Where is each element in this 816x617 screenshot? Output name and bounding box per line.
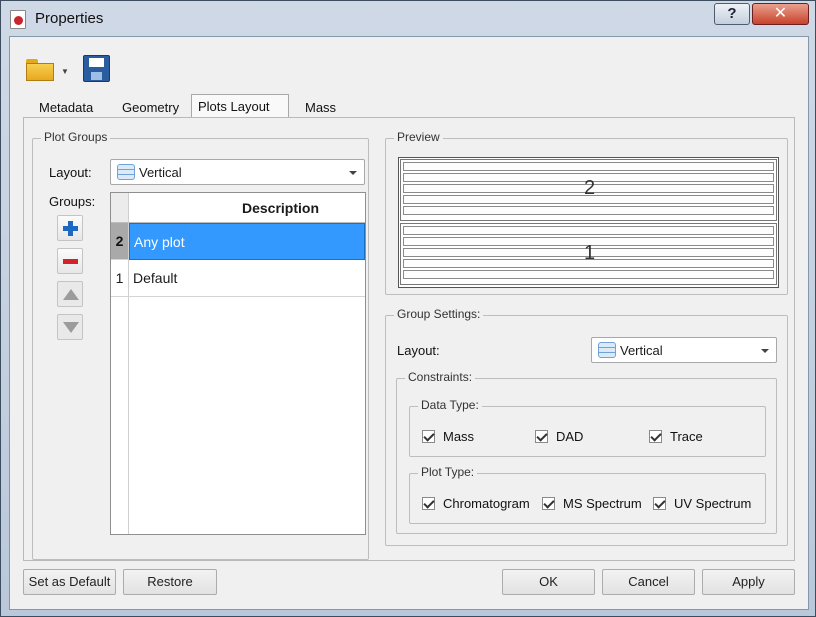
help-button[interactable]: ? (714, 3, 750, 25)
cancel-button[interactable]: Cancel (602, 569, 695, 595)
move-up-button[interactable] (57, 281, 83, 307)
folder-open-icon[interactable] (26, 59, 56, 81)
chromatogram-checkbox[interactable] (422, 497, 435, 510)
plot-groups-layout-combo[interactable]: Vertical (110, 159, 365, 185)
vertical-layout-icon (598, 342, 616, 358)
tab-geometry[interactable]: Geometry (116, 98, 185, 118)
tab-metadata[interactable]: Metadata (33, 98, 99, 118)
chromatogram-label: Chromatogram (443, 496, 530, 511)
folder-dropdown-caret-icon[interactable]: ▼ (61, 67, 69, 76)
add-group-button[interactable] (57, 215, 83, 241)
row-index: 1 (111, 260, 129, 297)
plots-layout-panel: Plot Groups Layout: Vertical Groups: Des… (23, 117, 795, 561)
apply-button[interactable]: Apply (702, 569, 795, 595)
group-settings-group: Group Settings: Layout: Vertical Constra… (385, 307, 788, 546)
preview-section-2: 2 (400, 159, 777, 221)
row-description[interactable]: Any plot (129, 223, 365, 260)
preview-section-label: 1 (583, 242, 596, 264)
uv-spectrum-label: UV Spectrum (674, 496, 752, 511)
plot-groups-layout-value: Vertical (139, 165, 182, 180)
group-settings-layout-combo[interactable]: Vertical (591, 337, 777, 363)
ms-spectrum-label: MS Spectrum (563, 496, 642, 511)
table-row[interactable]: 1 Default (111, 260, 365, 297)
trace-checkbox[interactable] (649, 430, 662, 443)
description-column-header[interactable]: Description (129, 193, 365, 223)
plot-groups-layout-label: Layout: (49, 165, 92, 180)
window-title: Properties (35, 10, 104, 27)
restore-button[interactable]: Restore (123, 569, 217, 595)
dad-label: DAD (556, 429, 584, 444)
set-as-default-button[interactable]: Set as Default (23, 569, 116, 595)
dialog-client-area: ▼ Metadata Geometry Plots Layout Mass Sp… (9, 36, 809, 610)
data-type-group: Data Type: Mass DAD Trace (409, 398, 766, 457)
constraints-title: Constraints: (405, 370, 476, 384)
ms-spectrum-checkbox[interactable] (542, 497, 555, 510)
table-row[interactable]: 2 Any plot (111, 223, 365, 260)
tab-mass-spectrum[interactable]: Mass Spectrum (299, 98, 367, 135)
mass-checkbox[interactable] (422, 430, 435, 443)
group-settings-layout-value: Vertical (620, 343, 663, 358)
ok-button[interactable]: OK (502, 569, 595, 595)
close-button[interactable]: ✕ (752, 3, 809, 25)
floppy-save-icon[interactable] (83, 55, 110, 82)
chevron-down-icon (349, 171, 357, 175)
move-down-button[interactable] (57, 314, 83, 340)
preview-section-1: 1 (400, 223, 777, 285)
app-icon (10, 10, 26, 29)
vertical-layout-icon (117, 164, 135, 180)
group-settings-title: Group Settings: (394, 307, 484, 321)
preview-title: Preview (394, 130, 443, 144)
preview-section-label: 2 (583, 177, 596, 199)
groups-table[interactable]: Description 2 Any plot 1 Default (110, 192, 366, 535)
preview-group: Preview 2 1 (385, 130, 788, 295)
properties-window: Properties ? ✕ ▼ Metadata Geometry Plots… (0, 0, 816, 617)
arrow-down-icon (63, 322, 79, 333)
data-type-title: Data Type: (418, 398, 482, 412)
dad-checkbox[interactable] (535, 430, 548, 443)
plot-groups-group: Plot Groups Layout: Vertical Groups: Des… (32, 130, 369, 560)
chevron-down-icon (761, 349, 769, 353)
uv-spectrum-checkbox[interactable] (653, 497, 666, 510)
table-corner (111, 193, 129, 223)
group-settings-layout-label: Layout: (397, 343, 440, 358)
remove-group-button[interactable] (57, 248, 83, 274)
groups-label: Groups: (49, 194, 96, 209)
row-description[interactable]: Default (129, 260, 365, 297)
plot-groups-title: Plot Groups (41, 130, 111, 144)
plot-type-title: Plot Type: (418, 465, 478, 479)
trace-label: Trace (670, 429, 703, 444)
mass-label: Mass (443, 429, 475, 444)
title-bar[interactable]: Properties ? ✕ (1, 1, 815, 37)
arrow-up-icon (63, 289, 79, 300)
tab-plots-layout[interactable]: Plots Layout (191, 94, 289, 119)
row-index: 2 (111, 223, 129, 260)
plot-type-group: Plot Type: Chromatogram MS Spectrum UV S… (409, 465, 766, 524)
preview-canvas: 2 1 (398, 157, 779, 288)
constraints-group: Constraints: Data Type: Mass DAD Trace P… (396, 370, 777, 534)
